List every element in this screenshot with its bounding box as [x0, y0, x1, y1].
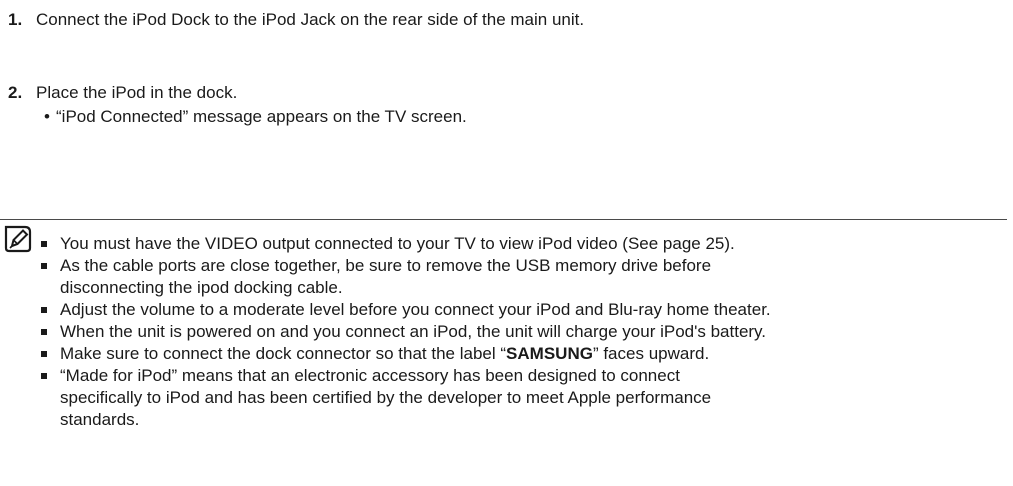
square-bullet-icon: [41, 351, 47, 357]
step-1-text: Connect the iPod Dock to the iPod Jack o…: [36, 10, 585, 29]
step-2-text: Place the iPod in the dock.: [36, 83, 238, 102]
note-item: When the unit is powered on and you conn…: [41, 321, 1006, 343]
step-2-number: 2.: [8, 83, 23, 102]
square-bullet-icon: [41, 241, 47, 247]
bullet-dot-icon: •: [44, 107, 50, 126]
note-item: You must have the VIDEO output connected…: [41, 233, 1006, 255]
square-bullet-icon: [41, 263, 47, 269]
step-1: 1. Connect the iPod Dock to the iPod Jack…: [8, 9, 584, 31]
square-bullet-icon: [41, 373, 47, 379]
note-text-line: standards.: [60, 410, 140, 429]
note-item: Adjust the volume to a moderate level be…: [41, 299, 1006, 321]
square-bullet-icon: [41, 307, 47, 313]
note-divider: [0, 219, 1007, 220]
note-text-line: “Made for iPod” means that an electronic…: [60, 366, 680, 385]
note-text-line: Adjust the volume to a moderate level be…: [60, 300, 771, 319]
note-text-post: ” faces upward.: [592, 344, 710, 363]
note-text-line: disconnecting the ipod docking cable.: [60, 278, 343, 297]
note-item: Make sure to connect the dock connector …: [41, 343, 1006, 365]
step-1-number: 1.: [8, 10, 23, 29]
note-text-line: specifically to iPod and has been certif…: [60, 388, 712, 407]
note-pencil-icon: [4, 225, 32, 253]
step-2-sub-bullet-text: “iPod Connected” message appears on the …: [56, 107, 467, 126]
note-text-line: Make sure to connect the dock connector …: [60, 343, 1006, 365]
note-item: As the cable ports are close together, b…: [41, 255, 1006, 299]
samsung-label: SAMSUNG: [506, 344, 593, 363]
note-text-line: You must have the VIDEO output connected…: [60, 234, 735, 253]
step-2: 2. Place the iPod in the dock.: [8, 82, 237, 104]
step-2-sub-bullet: • “iPod Connected” message appears on the…: [44, 106, 467, 128]
notes-list: You must have the VIDEO output connected…: [41, 233, 1006, 431]
note-text-line: When the unit is powered on and you conn…: [60, 322, 767, 341]
square-bullet-icon: [41, 329, 47, 335]
note-text-line: As the cable ports are close together, b…: [60, 256, 712, 275]
manual-page: 1. Connect the iPod Dock to the iPod Jack…: [0, 0, 1013, 486]
note-text-pre: Make sure to connect the dock connector …: [60, 344, 507, 363]
note-item: “Made for iPod” means that an electronic…: [41, 365, 1006, 431]
